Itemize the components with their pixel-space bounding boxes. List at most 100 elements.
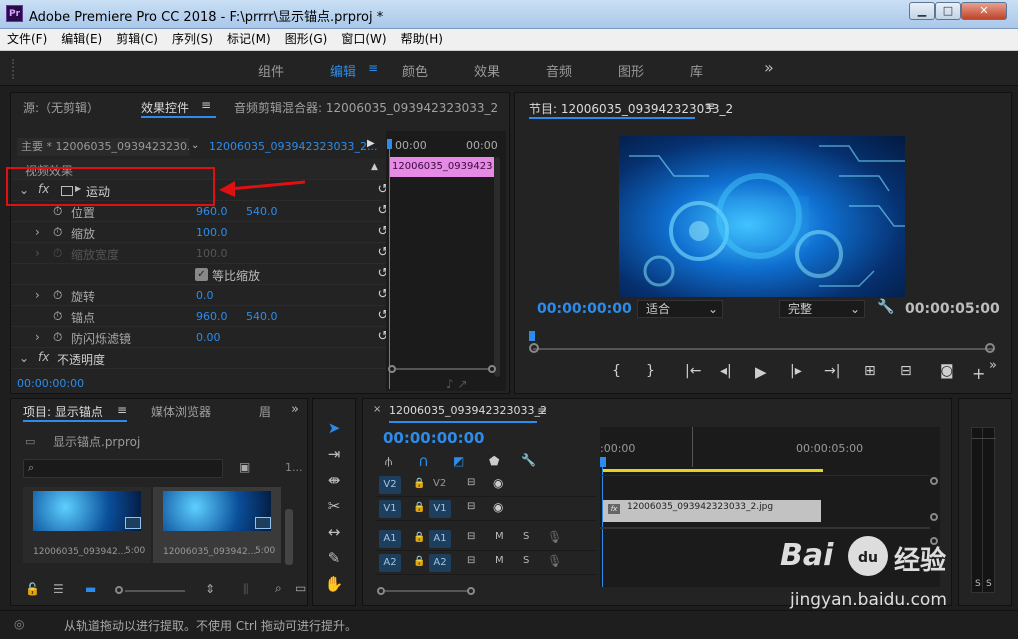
v-scroll-handle-top[interactable] — [930, 477, 938, 485]
go-to-out-icon[interactable]: →| — [824, 363, 840, 379]
position-x-value[interactable]: 960.0 — [196, 205, 228, 218]
microphone-icon[interactable]: 🎙 — [547, 554, 562, 568]
collapse-arrow-icon[interactable]: ▲ — [371, 162, 378, 172]
menu-sequence[interactable]: 序列(S) — [165, 29, 220, 50]
menu-edit[interactable]: 编辑(E) — [54, 29, 109, 50]
lock-icon[interactable]: 🔒 — [413, 532, 425, 543]
stopwatch-icon[interactable]: ⏱ — [53, 288, 62, 303]
mini-playhead[interactable] — [387, 139, 392, 149]
tab-project[interactable]: 项目: 显示锚点 — [23, 403, 103, 420]
work-area-bar[interactable] — [603, 469, 823, 472]
reset-icon[interactable]: ↺ — [375, 266, 386, 281]
fx-icon[interactable]: fx — [38, 350, 49, 364]
project-search-input[interactable]: ⌕ — [23, 459, 223, 478]
fit-dropdown[interactable]: 适合 ⌄ — [637, 300, 723, 318]
workspace-audio[interactable]: 音频 — [546, 61, 572, 80]
minimize-button[interactable]: ▁ — [909, 2, 935, 20]
source-patch-a1[interactable]: A1 — [379, 530, 401, 548]
hand-tool-icon[interactable]: ✋ — [323, 573, 345, 595]
mark-out-icon[interactable]: } — [646, 363, 655, 379]
ripple-edit-tool-icon[interactable]: ⇼ — [323, 469, 345, 491]
project-item-1[interactable]: 12006035_093942... 5:00 — [23, 487, 151, 563]
stopwatch-icon[interactable]: ⏱ — [53, 330, 62, 345]
workspace-effects[interactable]: 效果 — [474, 61, 500, 80]
lock-icon[interactable]: 🔒 — [413, 478, 425, 489]
lock-icon[interactable]: 🔒 — [413, 556, 425, 567]
lock-icon[interactable]: 🔓 — [25, 582, 40, 596]
menu-help[interactable]: 帮助(H) — [394, 29, 450, 50]
add-marker-icon[interactable]: ⬟ — [489, 454, 499, 468]
v-scroll-handle-bottom[interactable] — [930, 513, 938, 521]
track-target-v1[interactable]: V1 — [429, 500, 451, 518]
position-y-value[interactable]: 540.0 — [246, 205, 278, 218]
panel-menu-icon[interactable]: ≡ — [117, 403, 127, 417]
lift-icon[interactable]: ⊞ — [864, 363, 876, 379]
step-forward-icon[interactable]: |▸ — [790, 363, 802, 379]
flicker-value[interactable]: 0.00 — [196, 331, 221, 344]
track-target-a1[interactable]: A1 — [429, 530, 451, 548]
solo-button[interactable]: S — [523, 531, 529, 542]
play-button-icon[interactable]: ▶ — [755, 363, 767, 381]
workspace-assembly[interactable]: 组件 — [258, 61, 284, 80]
find-icon[interactable]: ⌕ — [275, 581, 282, 596]
solo-left-button[interactable]: S — [975, 579, 981, 589]
timeline-clip[interactable]: 12006035_093942323033_2.jpg — [603, 500, 821, 522]
reset-icon[interactable]: ↺ — [375, 245, 386, 260]
more-tabs-icon[interactable]: » — [291, 402, 299, 417]
stopwatch-icon[interactable]: ⏱ — [53, 225, 62, 240]
lock-icon[interactable]: 🔒 — [413, 502, 425, 513]
menu-graphics[interactable]: 图形(G) — [278, 29, 335, 50]
quality-dropdown[interactable]: 完整 ⌄ — [779, 300, 865, 318]
source-patch-v1[interactable]: V1 — [379, 500, 401, 518]
project-scrollbar[interactable] — [285, 509, 293, 565]
zoom-slider-handle[interactable] — [115, 586, 123, 594]
track-target-a2[interactable]: A2 — [429, 554, 451, 572]
reset-icon[interactable]: ↺ — [375, 224, 386, 239]
menu-window[interactable]: 窗口(W) — [334, 29, 393, 50]
eye-icon[interactable]: ◉ — [493, 500, 503, 514]
rotation-value[interactable]: 0.0 — [196, 289, 214, 302]
pen-tool-icon[interactable]: ✎ — [323, 547, 345, 569]
reset-icon[interactable]: ↺ — [375, 329, 386, 344]
sync-lock-icon[interactable]: ⊟ — [467, 477, 475, 488]
snap-magnet-icon[interactable]: ∩ — [418, 452, 429, 470]
uniform-scale-checkbox[interactable]: ✓ — [195, 268, 208, 281]
razor-tool-icon[interactable]: ✂ — [323, 495, 345, 517]
stopwatch-icon[interactable]: ⏱ — [53, 204, 62, 219]
stopwatch-icon[interactable]: ⏱ — [53, 309, 62, 324]
go-to-in-icon[interactable]: |← — [685, 363, 701, 379]
track-select-tool-icon[interactable]: ⇥ — [323, 443, 345, 465]
scrub-handle-right-icon[interactable] — [985, 343, 995, 353]
panel-menu-icon[interactable]: ≡ — [201, 98, 211, 112]
eye-icon[interactable]: ◉ — [493, 476, 503, 490]
program-timecode[interactable]: 00:00:00:00 — [537, 301, 632, 317]
video-preview[interactable] — [619, 136, 905, 297]
sync-lock-icon[interactable]: ⊟ — [467, 555, 475, 566]
mark-in-icon[interactable]: { — [612, 363, 621, 379]
reset-icon[interactable]: ↺ — [375, 182, 386, 197]
maximize-button[interactable]: □ — [935, 2, 961, 20]
icon-view-icon[interactable]: ▬ — [85, 582, 96, 596]
reset-icon[interactable]: ↺ — [375, 203, 386, 218]
timeline-settings-icon[interactable]: 🔧 — [521, 453, 536, 467]
h-zoom-handle-left[interactable] — [377, 587, 385, 595]
solo-button[interactable]: S — [523, 555, 529, 566]
close-tab-icon[interactable]: × — [373, 404, 381, 415]
h-zoom-handle-right[interactable] — [467, 587, 475, 595]
mini-scrollbar[interactable] — [494, 157, 500, 377]
tab-audio-mixer[interactable]: 音频剪辑混合器: 12006035_093942323033_2 — [234, 99, 498, 116]
expand-chevron-icon[interactable]: › — [35, 225, 40, 239]
workspace-libraries[interactable]: 库 — [690, 61, 703, 80]
chevron-down-icon[interactable]: ⌄ — [191, 140, 199, 151]
panel-menu-icon[interactable]: ≡ — [705, 99, 715, 113]
source-patch-a2[interactable]: A2 — [379, 554, 401, 572]
tab-source[interactable]: 源:（无剪辑） — [23, 99, 99, 116]
timeline-playhead[interactable] — [600, 457, 606, 467]
nest-icon[interactable]: ⫛ — [385, 454, 392, 469]
extract-icon[interactable]: ⊟ — [900, 363, 912, 379]
sync-lock-icon[interactable]: ⊟ — [467, 531, 475, 542]
menu-file[interactable]: 文件(F) — [0, 29, 54, 50]
reset-icon[interactable]: ↺ — [375, 308, 386, 323]
scale-value[interactable]: 100.0 — [196, 226, 228, 239]
sort-icon[interactable]: ⇕ — [205, 582, 215, 596]
